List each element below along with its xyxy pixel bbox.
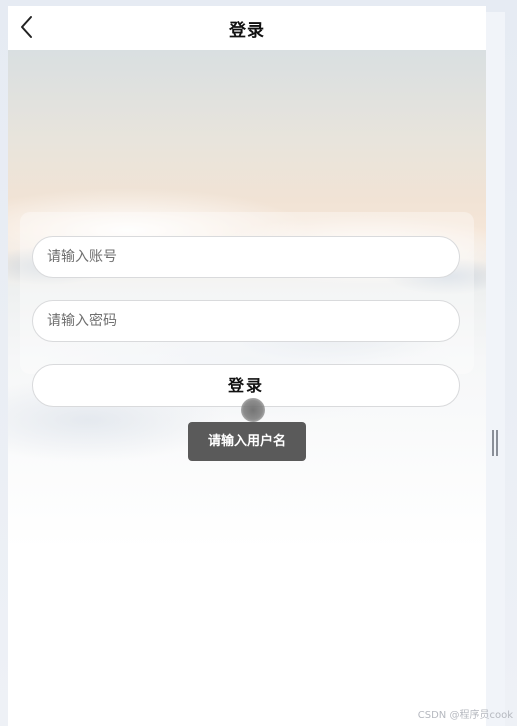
navigation-bar: 登录 [8, 6, 486, 50]
touch-indicator [241, 398, 265, 422]
resize-handle[interactable] [492, 430, 498, 456]
password-field[interactable] [32, 300, 460, 342]
phone-screen: 登录 登录 请输入用户名 [8, 6, 486, 726]
resize-handle-bar [496, 430, 498, 456]
side-panel-strip [486, 12, 505, 726]
resize-handle-bar [492, 430, 494, 456]
account-input[interactable] [33, 237, 459, 277]
password-input[interactable] [33, 301, 459, 341]
watermark-text: CSDN @程序员cook [417, 710, 513, 721]
account-field[interactable] [32, 236, 460, 278]
toast-message: 请输入用户名 [188, 422, 306, 461]
page-title: 登录 [229, 21, 265, 41]
app-window: 登录 登录 请输入用户名 CSDN @程序员cook [0, 0, 517, 726]
